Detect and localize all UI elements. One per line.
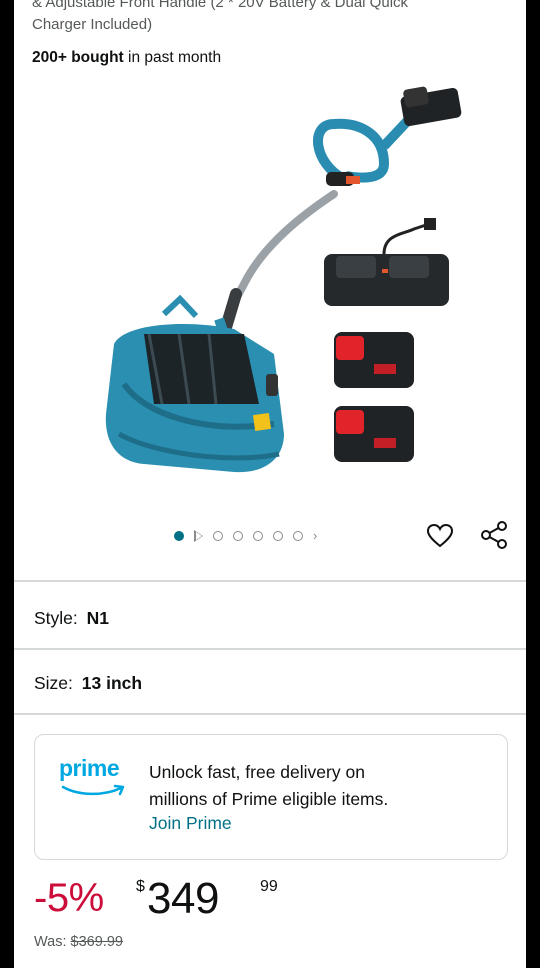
size-value: 13 inch bbox=[81, 673, 143, 693]
was-price: Was: $369.99 bbox=[34, 934, 123, 950]
price-currency: $ bbox=[136, 878, 145, 895]
prime-promo-card[interactable]: prime Unlock fast, free delivery on mill… bbox=[34, 734, 508, 860]
heart-icon[interactable] bbox=[426, 522, 454, 550]
prime-description: Unlock fast, free delivery on millions o… bbox=[149, 759, 489, 813]
prime-logo: prime bbox=[59, 755, 131, 803]
price-fraction: 99 bbox=[260, 878, 278, 895]
prime-line-1: Unlock fast, free delivery on bbox=[149, 762, 365, 782]
video-play-icon[interactable] bbox=[194, 530, 203, 542]
size-selector[interactable]: Size: 13 inch bbox=[34, 673, 142, 694]
prime-smile-icon bbox=[61, 784, 125, 796]
carousel-dot[interactable] bbox=[253, 531, 263, 541]
was-value: $369.99 bbox=[70, 934, 123, 950]
was-label: Was: bbox=[34, 934, 67, 950]
image-carousel-indicator[interactable]: › bbox=[174, 526, 317, 546]
carousel-dot-active[interactable] bbox=[174, 531, 184, 541]
price-whole: 349 bbox=[147, 874, 219, 923]
size-label: Size: bbox=[34, 673, 73, 693]
share-icon[interactable] bbox=[479, 520, 509, 550]
carousel-dot[interactable] bbox=[233, 531, 243, 541]
purchase-count: 200+ bought in past month bbox=[32, 49, 221, 67]
carousel-dot[interactable] bbox=[273, 531, 283, 541]
style-label: Style: bbox=[34, 608, 78, 628]
bought-period: in past month bbox=[128, 49, 222, 66]
carousel-more-icon: › bbox=[313, 528, 318, 543]
divider bbox=[14, 580, 526, 582]
style-selector[interactable]: Style: N1 bbox=[34, 608, 109, 629]
title-line-2: Charger Included) bbox=[32, 16, 153, 33]
carousel-dot[interactable] bbox=[293, 531, 303, 541]
prime-line-2: millions of Prime eligible items. bbox=[149, 789, 389, 809]
product-title: & Adjustable Front Handle (2 * 20V Batte… bbox=[32, 0, 512, 36]
divider bbox=[14, 648, 526, 650]
bought-count: 200+ bought bbox=[32, 49, 124, 66]
prime-logo-text: prime bbox=[59, 755, 120, 781]
discount-percent: -5% bbox=[34, 876, 104, 920]
join-prime-link[interactable]: Join Prime bbox=[149, 813, 232, 834]
carousel-dot[interactable] bbox=[213, 531, 223, 541]
title-line-1: & Adjustable Front Handle (2 * 20V Batte… bbox=[32, 0, 409, 11]
divider bbox=[14, 713, 526, 715]
product-page: & Adjustable Front Handle (2 * 20V Batte… bbox=[14, 0, 526, 968]
product-image[interactable] bbox=[84, 84, 464, 484]
style-value: N1 bbox=[86, 608, 110, 628]
